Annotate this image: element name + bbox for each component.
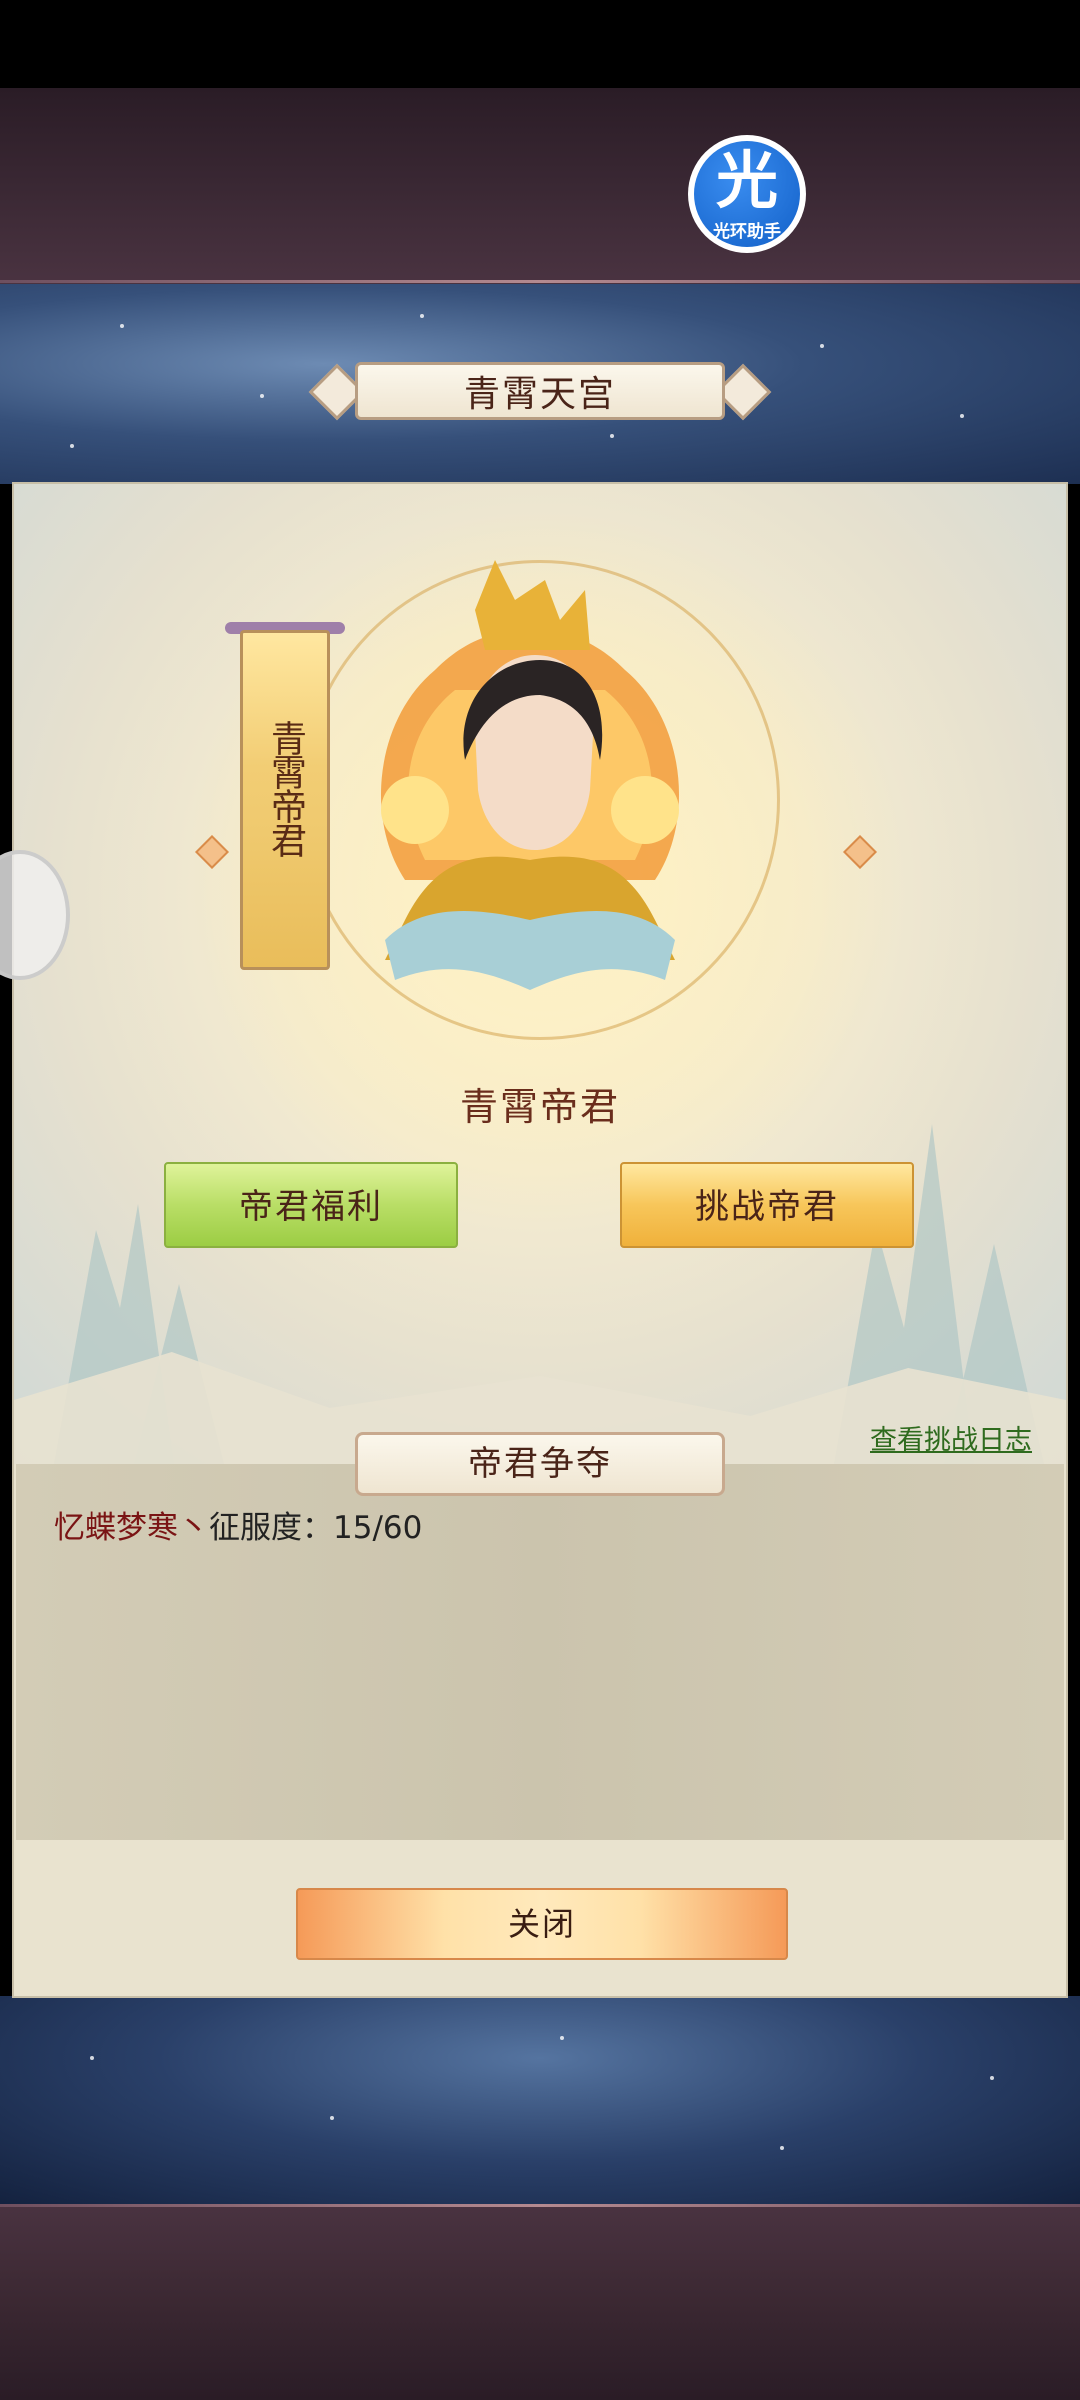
conquest-label: 征服度： — [209, 1510, 333, 1546]
top-frame — [0, 88, 1080, 284]
page-title: 青霄天宫 — [463, 374, 616, 415]
frame-divider — [0, 280, 1080, 283]
contest-title: 帝君争夺 — [468, 1444, 612, 1484]
banner-text: 青霄帝君 — [265, 720, 306, 856]
logo-char: 光 — [715, 144, 778, 217]
emperor-portrait — [381, 560, 679, 990]
challenge-log-link[interactable]: 查看挑战日志 — [870, 1418, 1032, 1457]
emperor-name: 青霄帝君 — [459, 1085, 620, 1129]
sky-background-bottom — [0, 1996, 1080, 2204]
banner-text-wrap: 青霄帝君 — [240, 720, 330, 920]
close-button[interactable]: 关闭 — [296, 1888, 788, 1960]
frame-divider — [0, 2204, 1080, 2207]
player-name: 忆蝶梦寒丶 — [54, 1510, 209, 1546]
status-bar — [0, 0, 1080, 88]
conquest-status: 忆蝶梦寒丶征服度：15/60 — [54, 1502, 422, 1547]
bottom-frame — [0, 2204, 1080, 2400]
logo-label: 光环助手 — [713, 222, 781, 242]
emperor-welfare-button[interactable]: 帝君福利 — [164, 1162, 458, 1248]
challenge-emperor-button[interactable]: 挑战帝君 — [620, 1162, 914, 1248]
conquest-value: 15/60 — [333, 1510, 423, 1546]
